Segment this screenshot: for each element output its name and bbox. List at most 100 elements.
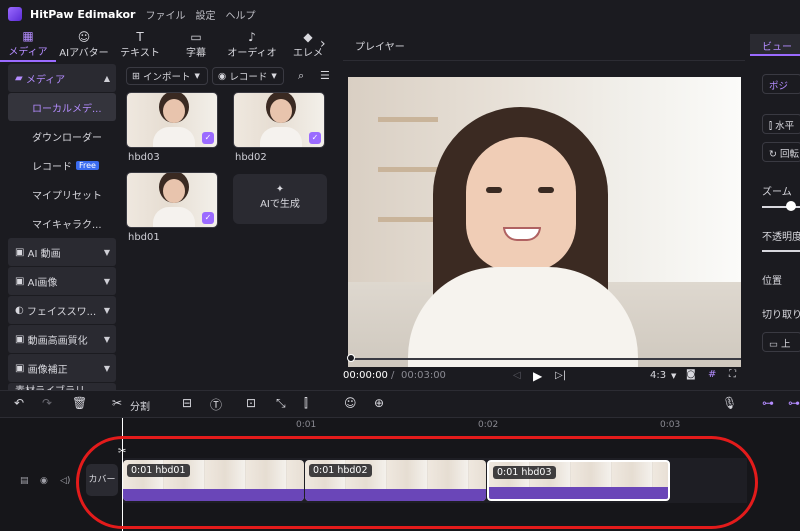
align-icon: ▭	[769, 339, 781, 350]
player-title: プレイヤー	[355, 42, 405, 53]
chevron-up-icon: ▲	[103, 73, 110, 83]
crop-label: 切り取り	[762, 310, 800, 321]
progress-handle[interactable]	[347, 354, 355, 362]
microphone-icon[interactable]: 🎙	[722, 396, 737, 410]
chevron-down-icon: ▼	[103, 305, 110, 315]
media-label-hbd03: hbd03	[128, 152, 160, 163]
sidebar-item-media[interactable]: ▰ メディア ▲	[8, 64, 116, 92]
opacity-label: 不透明度	[762, 232, 800, 243]
grid-icon[interactable]: #	[708, 369, 716, 380]
record-button[interactable]: ◉ レコード ▼	[212, 67, 284, 85]
video-enhance-icon: ▣	[15, 333, 28, 345]
link-icon[interactable]: ⊶	[762, 396, 774, 410]
time-separator: /	[391, 370, 395, 381]
free-badge: Free	[76, 160, 99, 170]
tab-ai-avatar[interactable]: ☺ AIアバター	[56, 28, 112, 62]
menu-help[interactable]: ヘルプ	[225, 7, 255, 22]
sidebar-item-my-characters[interactable]: マイキャラク...	[8, 209, 116, 237]
media-icon: ▦	[22, 29, 34, 43]
marker-icon[interactable]: ⊟	[182, 396, 192, 410]
tab-view[interactable]: ビュー	[750, 34, 800, 56]
track-audio-icon[interactable]: ◁)	[60, 476, 70, 486]
undo-icon[interactable]: ↶	[14, 396, 24, 410]
sparkle-icon: ✦	[275, 184, 285, 195]
sidebar-item-downloader[interactable]: ダウンローダー	[8, 122, 116, 150]
sidebar-item-my-presets[interactable]: マイプリセット	[8, 180, 116, 208]
delete-icon[interactable]: 🗑	[72, 396, 87, 410]
menu-file[interactable]: ファイル	[145, 7, 185, 22]
mirror-icon[interactable]: ⫿	[304, 396, 308, 411]
sidebar-item-face-swap[interactable]: ◐ フェイススワ... ▼	[8, 296, 116, 324]
folder-icon: ▰	[15, 72, 26, 84]
ai-generate-button[interactable]: ✦ AIで生成	[233, 174, 327, 224]
sidebar-item-video-enhance[interactable]: ▣ 動画高画質化 ▼	[8, 325, 116, 353]
timeline-ruler[interactable]: 0:01 0:02 0:03	[0, 418, 800, 434]
sidebar-item-record[interactable]: レコード Free	[8, 151, 116, 179]
ruler-tick: 0:01	[296, 420, 317, 430]
tab-media[interactable]: ▦ メディア	[0, 28, 56, 62]
chevron-down-icon: ▼	[103, 247, 110, 257]
add-media-icon[interactable]: ⊕	[374, 396, 384, 410]
media-thumb-hbd02[interactable]: ✓	[233, 92, 325, 148]
sidebar-item-ai-image[interactable]: ▣ AI画像 ▼	[8, 267, 116, 295]
redo-icon[interactable]: ↷	[42, 396, 52, 410]
divider	[343, 60, 745, 61]
right-panel: ビュー ポジ ⫿ 水平 ↻ 回転 ズーム 不透明度 位置 切り取り ▭ 上	[750, 28, 800, 388]
import-button[interactable]: ⊞ インポート ▼	[126, 67, 208, 85]
sidebar-item-local-media[interactable]: ローカルメデ...	[8, 93, 116, 121]
split-icon[interactable]: ✂	[112, 396, 122, 410]
text-tool-icon[interactable]: Ⓣ	[210, 396, 222, 413]
next-frame-icon[interactable]: ▷|	[555, 370, 566, 381]
check-icon: ✓	[202, 212, 214, 224]
play-icon[interactable]: ▶	[533, 369, 542, 383]
ai-image-icon: ▣	[15, 275, 28, 287]
timeline-toolbar: ↶ ↷ 🗑 ✂ 分割 ⊟ Ⓣ ⊡ ⤡ ⫿ ☺ ⊕ 🎙 ⊶ ⊶	[0, 390, 800, 418]
position-tab[interactable]: ポジ	[762, 74, 800, 94]
crop-icon[interactable]: ⊡	[246, 396, 256, 410]
menu-settings[interactable]: 設定	[195, 7, 215, 22]
zoom-slider-handle[interactable]	[786, 201, 796, 211]
check-icon: ✓	[202, 132, 214, 144]
magnet-icon[interactable]: ⊶	[788, 396, 800, 410]
video-preview[interactable]	[348, 77, 741, 367]
check-icon: ✓	[309, 132, 321, 144]
timeline: 0:01 0:02 0:03 ▤ ◉ ◁) カバー 0:01 hbd01 0:0…	[0, 418, 800, 531]
track-lock-icon[interactable]: ▤	[20, 476, 29, 486]
aspect-ratio-select[interactable]: 4:3	[650, 370, 666, 381]
face-icon[interactable]: ☺	[344, 396, 357, 410]
ruler-tick: 0:02	[478, 420, 499, 430]
media-thumb-hbd01[interactable]: ✓	[126, 172, 218, 228]
track-visibility-icon[interactable]: ◉	[40, 476, 48, 486]
tabs-scroll-right-icon[interactable]: ›	[320, 36, 326, 52]
list-view-icon[interactable]: ☰	[320, 69, 330, 82]
progress-track[interactable]	[348, 358, 741, 360]
tab-text[interactable]: T テキスト	[112, 28, 168, 62]
search-icon[interactable]: ⌕	[298, 69, 304, 83]
highlight-annotation	[76, 436, 758, 529]
media-thumb-hbd03[interactable]: ✓	[126, 92, 218, 148]
media-label-hbd01: hbd01	[128, 232, 160, 243]
sidebar-item-image-correct[interactable]: ▣ 画像補正 ▼	[8, 354, 116, 382]
media-panel: ⊞ インポート ▼ ◉ レコード ▼ ⌕ ☰ ✓ hbd03 ✓ hbd02 ✓ h…	[120, 64, 338, 389]
align-top-button[interactable]: ▭ 上	[762, 332, 800, 352]
player-panel: プレイヤー 00:00:00 / 00:03:00 ◁ ▶ ▷| 4:3 ▼ ◙…	[343, 28, 745, 388]
title-bar: HitPaw Edimakor ファイル 設定 ヘルプ	[0, 0, 800, 28]
resize-icon[interactable]: ⤡	[276, 396, 286, 411]
prev-frame-icon[interactable]: ◁	[513, 370, 521, 381]
rotate-button[interactable]: ↻ 回転	[762, 142, 800, 162]
split-label[interactable]: 分割	[130, 398, 150, 413]
opacity-slider[interactable]	[762, 250, 800, 252]
ai-video-icon: ▣	[15, 246, 28, 258]
chevron-down-icon: ▼	[103, 276, 110, 286]
sidebar-item-ai-video[interactable]: ▣ AI 動画 ▼	[8, 238, 116, 266]
tab-subtitle[interactable]: ▭ 字幕	[168, 28, 224, 62]
tab-audio[interactable]: ♪ オーディオ	[224, 28, 280, 62]
fullscreen-icon[interactable]: ⛶	[729, 369, 736, 380]
snapshot-icon[interactable]: ◙	[686, 369, 696, 380]
tab-element[interactable]: ◆ エレメ	[280, 28, 336, 62]
flip-horizontal-button[interactable]: ⫿ 水平	[762, 114, 800, 134]
record-icon: ◉	[218, 70, 230, 82]
chevron-down-icon: ▼	[103, 334, 110, 344]
position-label: 位置	[762, 276, 782, 287]
ai-avatar-icon: ☺	[77, 30, 91, 44]
